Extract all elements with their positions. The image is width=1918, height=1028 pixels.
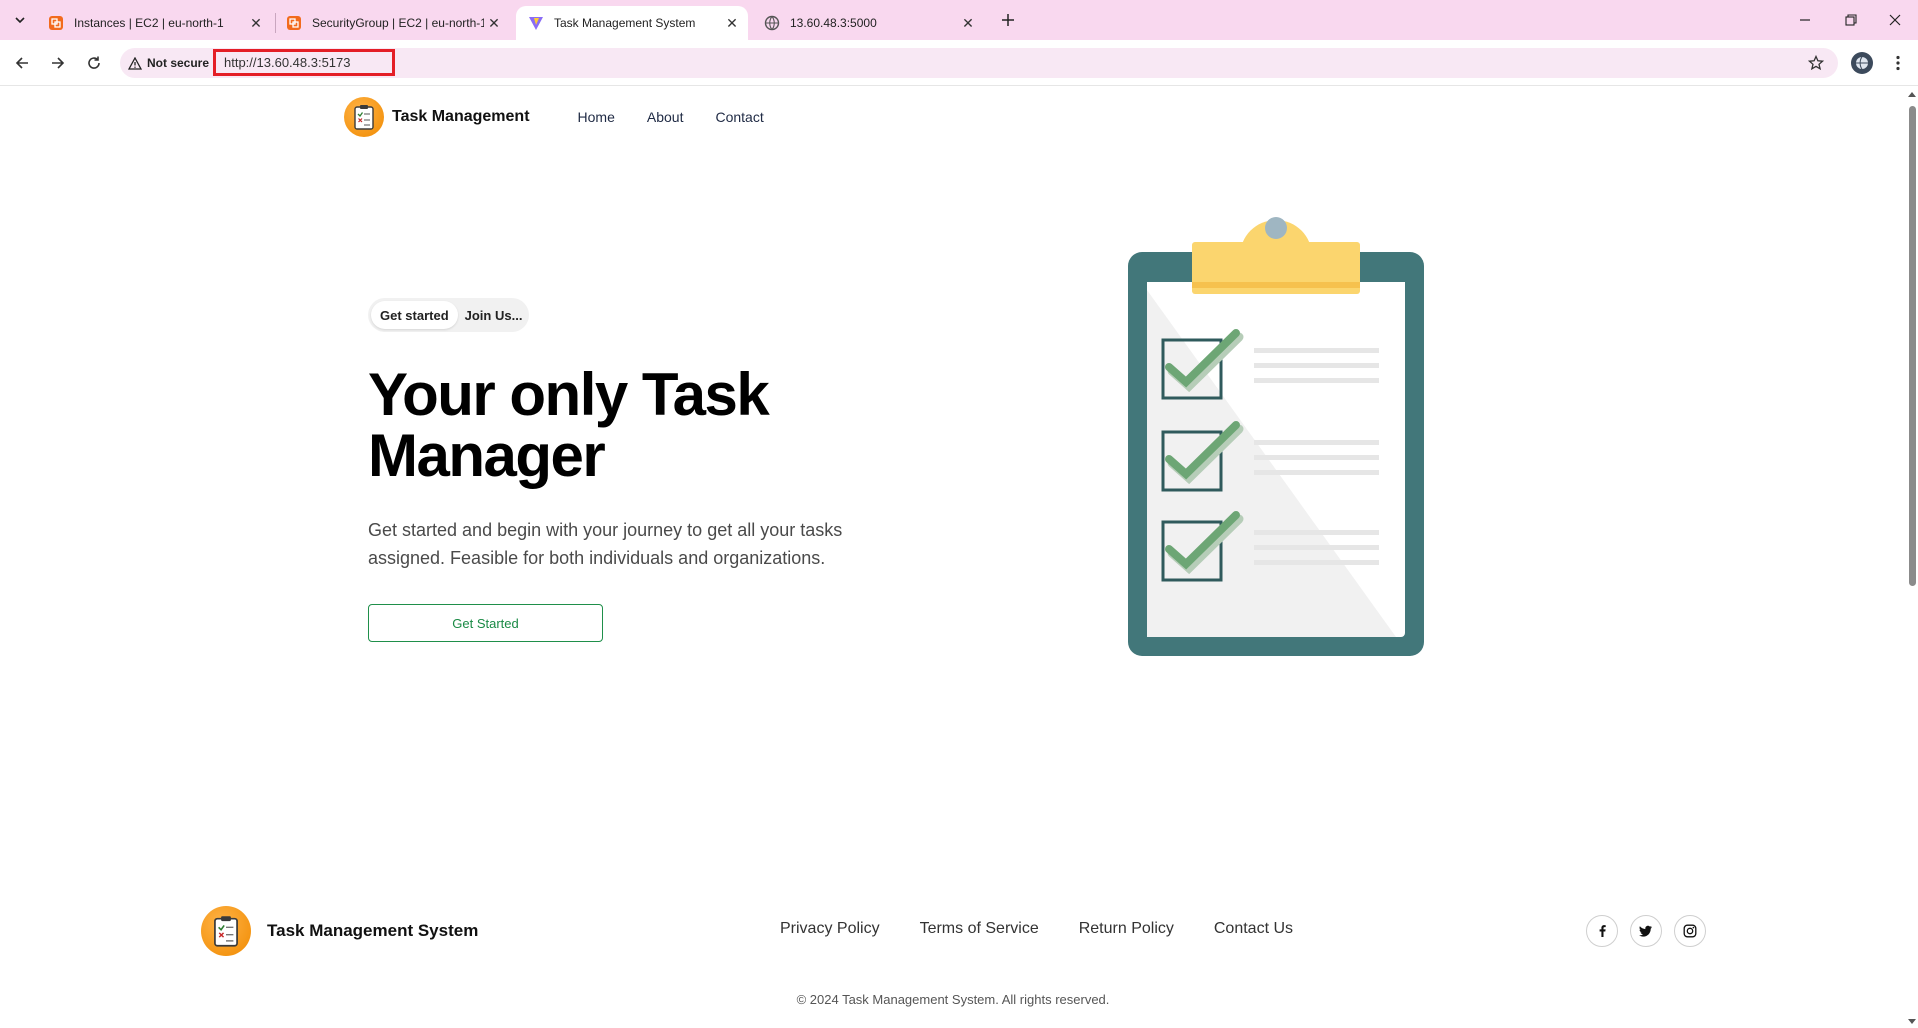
minimize-button[interactable] xyxy=(1782,0,1828,40)
scroll-up-arrow-icon[interactable] xyxy=(1908,92,1916,97)
site-navbar: Task Management Home About Contact xyxy=(344,96,796,138)
pill-join-us[interactable]: Join Us... xyxy=(458,301,527,329)
browser-menu-button[interactable] xyxy=(1888,52,1908,74)
copyright-text: © 2024 Task Management System. All right… xyxy=(796,992,1110,1007)
clipboard-illustration xyxy=(1128,217,1424,656)
more-vertical-icon xyxy=(1896,55,1900,71)
footer-links: Privacy Policy Terms of Service Return P… xyxy=(780,920,1333,938)
aws-icon xyxy=(286,15,302,31)
tab-search-button[interactable] xyxy=(8,8,32,32)
url-field[interactable]: http://13.60.48.3:5173 xyxy=(213,49,395,76)
close-icon[interactable]: ✕ xyxy=(484,13,504,33)
facebook-icon[interactable] xyxy=(1586,915,1618,947)
chevron-down-icon xyxy=(15,17,25,24)
minimize-icon xyxy=(1800,19,1810,21)
footer-link-return[interactable]: Return Policy xyxy=(1079,920,1174,938)
new-tab-button[interactable] xyxy=(996,8,1020,32)
close-icon[interactable]: ✕ xyxy=(246,13,266,33)
tab-api-server[interactable]: 13.60.48.3:5000 ✕ xyxy=(752,6,984,40)
nav-link-contact[interactable]: Contact xyxy=(715,109,763,125)
scroll-down-arrow-icon[interactable] xyxy=(1908,1019,1916,1024)
restore-button[interactable] xyxy=(1828,0,1874,40)
close-icon[interactable]: ✕ xyxy=(958,13,978,33)
tab-label: SecurityGroup | EC2 | eu-north-1 xyxy=(312,16,484,30)
reload-icon xyxy=(88,56,100,69)
arrow-left-icon xyxy=(15,57,28,69)
get-started-button[interactable]: Get Started xyxy=(368,604,603,642)
logo-icon xyxy=(201,906,251,956)
page-viewport: Task Management Home About Contact Get s… xyxy=(0,86,1918,1028)
hero-subtitle: Get started and begin with your journey … xyxy=(368,520,843,568)
footer-brand[interactable]: Task Management System xyxy=(201,906,478,956)
aws-icon xyxy=(48,15,64,31)
instagram-icon[interactable] xyxy=(1674,915,1706,947)
security-indicator[interactable]: Not secure xyxy=(128,53,209,73)
plus-icon xyxy=(1002,14,1014,26)
footer-link-privacy[interactable]: Privacy Policy xyxy=(780,920,880,938)
forward-button[interactable] xyxy=(44,49,72,77)
scrollbar-thumb[interactable] xyxy=(1909,106,1916,586)
profile-avatar[interactable] xyxy=(1851,52,1873,74)
tab-label: Instances | EC2 | eu-north-1 xyxy=(74,16,224,30)
globe-icon xyxy=(764,15,780,31)
twitter-icon[interactable] xyxy=(1630,915,1662,947)
security-label: Not secure xyxy=(147,56,210,70)
back-button[interactable] xyxy=(8,49,36,77)
close-icon xyxy=(1889,14,1901,26)
globe-icon xyxy=(1856,56,1868,70)
tab-task-management[interactable]: Task Management System ✕ xyxy=(516,6,748,40)
social-links xyxy=(1586,915,1718,947)
warning-icon xyxy=(128,56,142,70)
footer-brand-name: Task Management System xyxy=(267,921,479,940)
tab-securitygroup[interactable]: SecurityGroup | EC2 | eu-north-1 ✕ xyxy=(274,6,510,40)
nav-links: Home About Contact xyxy=(578,109,796,125)
close-icon[interactable]: ✕ xyxy=(722,13,742,33)
tab-label: 13.60.48.3:5000 xyxy=(790,16,877,30)
vite-icon xyxy=(528,15,544,31)
hero-title: Your only Task Manager xyxy=(368,361,770,489)
page-scrollbar[interactable] xyxy=(1906,86,1918,1028)
restore-icon xyxy=(1845,14,1857,26)
site-footer: Task Management System Privacy Policy Te… xyxy=(0,906,1906,1028)
brand[interactable]: Task Management xyxy=(344,97,530,137)
browser-tab-bar: Instances | EC2 | eu-north-1 ✕ SecurityG… xyxy=(0,0,1918,40)
nav-link-home[interactable]: Home xyxy=(578,109,615,125)
bookmark-star-icon[interactable] xyxy=(1806,53,1826,73)
footer-link-terms[interactable]: Terms of Service xyxy=(920,920,1039,938)
browser-toolbar: Not secure http://13.60.48.3:5173 xyxy=(0,40,1918,86)
tab-label: Task Management System xyxy=(554,16,696,30)
brand-name: Task Management xyxy=(392,108,530,125)
close-window-button[interactable] xyxy=(1872,0,1918,40)
hero-pill: Get started Join Us... xyxy=(368,298,530,332)
pill-get-started[interactable]: Get started xyxy=(371,301,458,329)
logo-icon xyxy=(344,97,384,137)
arrow-right-icon xyxy=(52,57,65,69)
address-bar[interactable]: Not secure http://13.60.48.3:5173 xyxy=(120,48,1838,78)
tab-instances[interactable]: Instances | EC2 | eu-north-1 ✕ xyxy=(36,6,272,40)
reload-button[interactable] xyxy=(80,49,108,77)
nav-link-about[interactable]: About xyxy=(647,109,684,125)
footer-link-contact[interactable]: Contact Us xyxy=(1214,920,1293,938)
